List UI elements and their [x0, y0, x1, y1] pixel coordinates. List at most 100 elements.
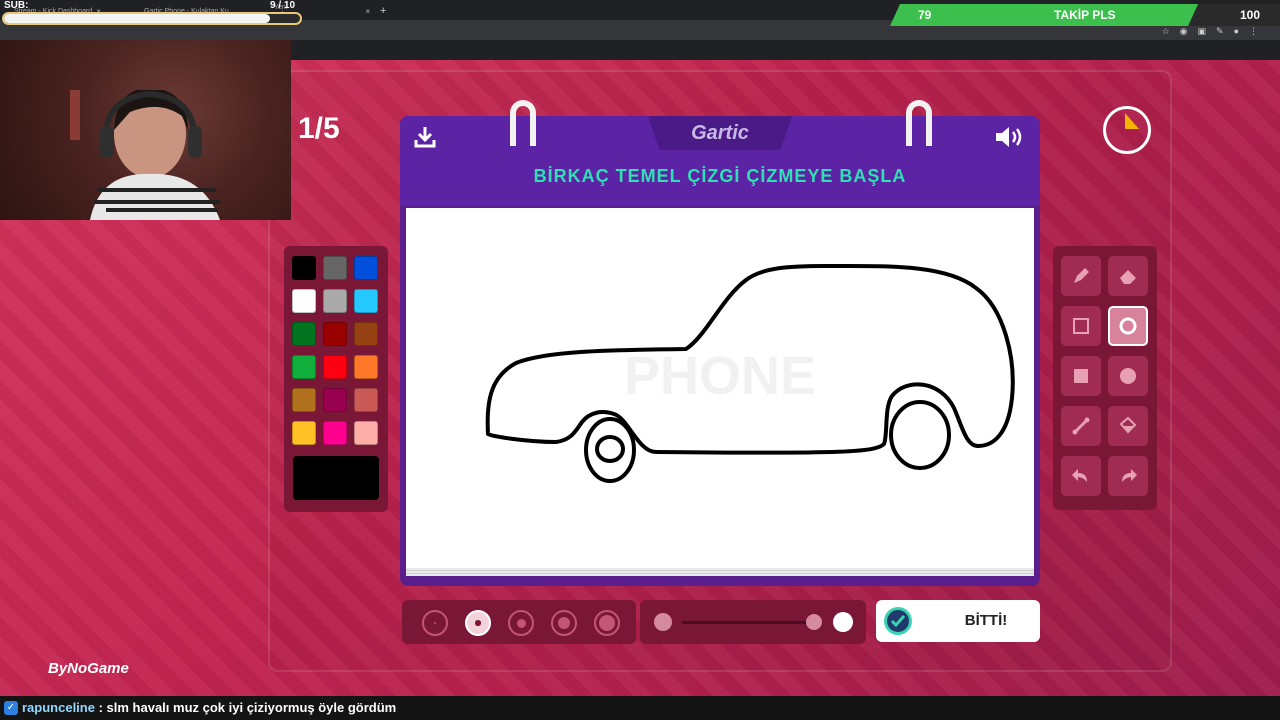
line-tool[interactable]: [1061, 406, 1101, 446]
opacity-track[interactable]: [682, 621, 816, 624]
pencil-icon: [1074, 268, 1089, 283]
streamer-image: [70, 90, 220, 220]
pencil-tool[interactable]: [1061, 256, 1101, 296]
color-palette: [284, 246, 388, 512]
ellipse-outline-icon: [1119, 317, 1137, 335]
brush-size-dot: [434, 622, 436, 624]
chat-username: rapunceline: [22, 700, 95, 715]
page-edges: [406, 568, 1034, 576]
goal-label: TAKİP PLS: [1054, 8, 1116, 22]
webcam-feed: [0, 40, 291, 220]
brush-size-option[interactable]: [465, 610, 491, 636]
color-swatch[interactable]: [292, 388, 316, 412]
color-swatch[interactable]: [323, 355, 347, 379]
new-tab-button[interactable]: +: [380, 4, 386, 18]
undo-tool[interactable]: [1061, 456, 1101, 496]
brush-size-selector: [402, 600, 636, 644]
opacity-slider[interactable]: [640, 600, 866, 644]
download-icon[interactable]: [412, 124, 438, 150]
color-swatch[interactable]: [323, 322, 347, 346]
color-swatch[interactable]: [323, 289, 347, 313]
car-drawing: PHONE: [485, 263, 1015, 483]
rectangle-outline-icon: [1073, 318, 1089, 334]
ellipse-outline-tool[interactable]: [1108, 306, 1148, 346]
sub-goal-bar: SUB: 9 / 10: [0, 0, 305, 28]
ellipse-fill-tool[interactable]: [1108, 356, 1148, 396]
undo-icon: [1072, 469, 1087, 482]
instruction-text: BİRKAÇ TEMEL ÇİZGİ ÇİZMEYE BAŞLA: [533, 166, 907, 186]
bucket-icon: [1119, 416, 1137, 434]
line-icon: [1072, 417, 1090, 435]
brush-size-option[interactable]: [508, 610, 534, 636]
binder-ring: [510, 100, 536, 146]
redo-tool[interactable]: [1108, 456, 1148, 496]
color-swatch[interactable]: [354, 256, 378, 280]
browser-toolbar-icons: ☆ ◉ ▣ ✎ ● ⋮: [1162, 26, 1258, 37]
color-swatch[interactable]: [292, 322, 316, 346]
brush-size-dot: [475, 620, 481, 626]
sub-label: SUB:: [4, 0, 29, 11]
done-button[interactable]: BİTTİ!: [876, 600, 1040, 642]
chat-badge-icon: ✓: [4, 701, 18, 715]
chat-message: rapunceline : slm havalı muz çok iyi çiz…: [22, 700, 396, 715]
extension-icon[interactable]: ◉: [1180, 26, 1188, 37]
color-swatch[interactable]: [354, 322, 378, 346]
brush-size-dot: [516, 618, 526, 628]
extension-icon[interactable]: ✎: [1216, 26, 1224, 37]
brush-size-option[interactable]: [422, 610, 448, 636]
menu-icon[interactable]: ⋮: [1249, 26, 1258, 37]
round-counter: 1/5: [298, 112, 340, 145]
current-color: [293, 456, 379, 500]
sub-count: 9 / 10: [270, 0, 296, 11]
sound-icon[interactable]: [994, 124, 1028, 150]
sub-track: [2, 12, 302, 25]
opacity-handle[interactable]: [806, 614, 822, 630]
drawing-canvas[interactable]: PHONE: [406, 208, 1034, 568]
brush-size-option[interactable]: [594, 610, 620, 636]
color-swatch[interactable]: [354, 421, 378, 445]
opacity-min-icon: [654, 613, 672, 631]
channel-watermark: ByNoGame: [48, 660, 129, 677]
color-swatch[interactable]: [354, 355, 378, 379]
bucket-tool[interactable]: [1108, 406, 1148, 446]
goal-current: 79: [918, 8, 932, 22]
ellipse-fill-icon: [1120, 368, 1136, 384]
binder-ring: [906, 100, 932, 146]
close-tab-icon[interactable]: ×: [365, 7, 370, 16]
extension-icon[interactable]: ▣: [1198, 26, 1207, 37]
rectangle-outline-tool[interactable]: [1061, 306, 1101, 346]
brush-size-dot: [557, 616, 571, 630]
color-swatch[interactable]: [292, 289, 316, 313]
color-swatch[interactable]: [292, 355, 316, 379]
color-swatch[interactable]: [323, 256, 347, 280]
timer: [1103, 106, 1151, 154]
brush-size-dot: [599, 615, 615, 631]
rectangle-fill-tool[interactable]: [1061, 356, 1101, 396]
redo-icon: [1122, 469, 1137, 482]
eraser-tool[interactable]: [1108, 256, 1148, 296]
plus-icon: +: [380, 5, 387, 17]
sub-fill: [4, 14, 271, 23]
star-icon[interactable]: ☆: [1162, 26, 1170, 37]
color-swatch[interactable]: [323, 421, 347, 445]
color-swatch[interactable]: [292, 256, 316, 280]
chat-text: : slm havalı muz çok iyi çiziyormuş öyle…: [98, 700, 397, 715]
color-swatch[interactable]: [323, 388, 347, 412]
tool-panel: [1053, 246, 1157, 510]
color-swatch[interactable]: [354, 289, 378, 313]
brand-logo: Gartic: [691, 122, 749, 144]
rectangle-fill-icon: [1074, 369, 1088, 383]
eraser-icon: [1120, 270, 1136, 284]
follow-goal-bar: 79 TAKİP PLS 100: [890, 4, 1280, 26]
opacity-max-icon: [833, 612, 853, 632]
color-swatch[interactable]: [292, 421, 316, 445]
profile-icon[interactable]: ●: [1234, 26, 1239, 37]
done-label: BİTTİ!: [964, 612, 1008, 629]
goal-target: 100: [1239, 8, 1260, 22]
watermark-logo: PHONE: [624, 346, 816, 406]
check-icon: [884, 607, 912, 635]
brush-size-option[interactable]: [551, 610, 577, 636]
goal-fill: [890, 4, 1198, 26]
chat-overlay: ✓ rapunceline : slm havalı muz çok iyi ç…: [0, 696, 1280, 720]
color-swatch[interactable]: [354, 388, 378, 412]
